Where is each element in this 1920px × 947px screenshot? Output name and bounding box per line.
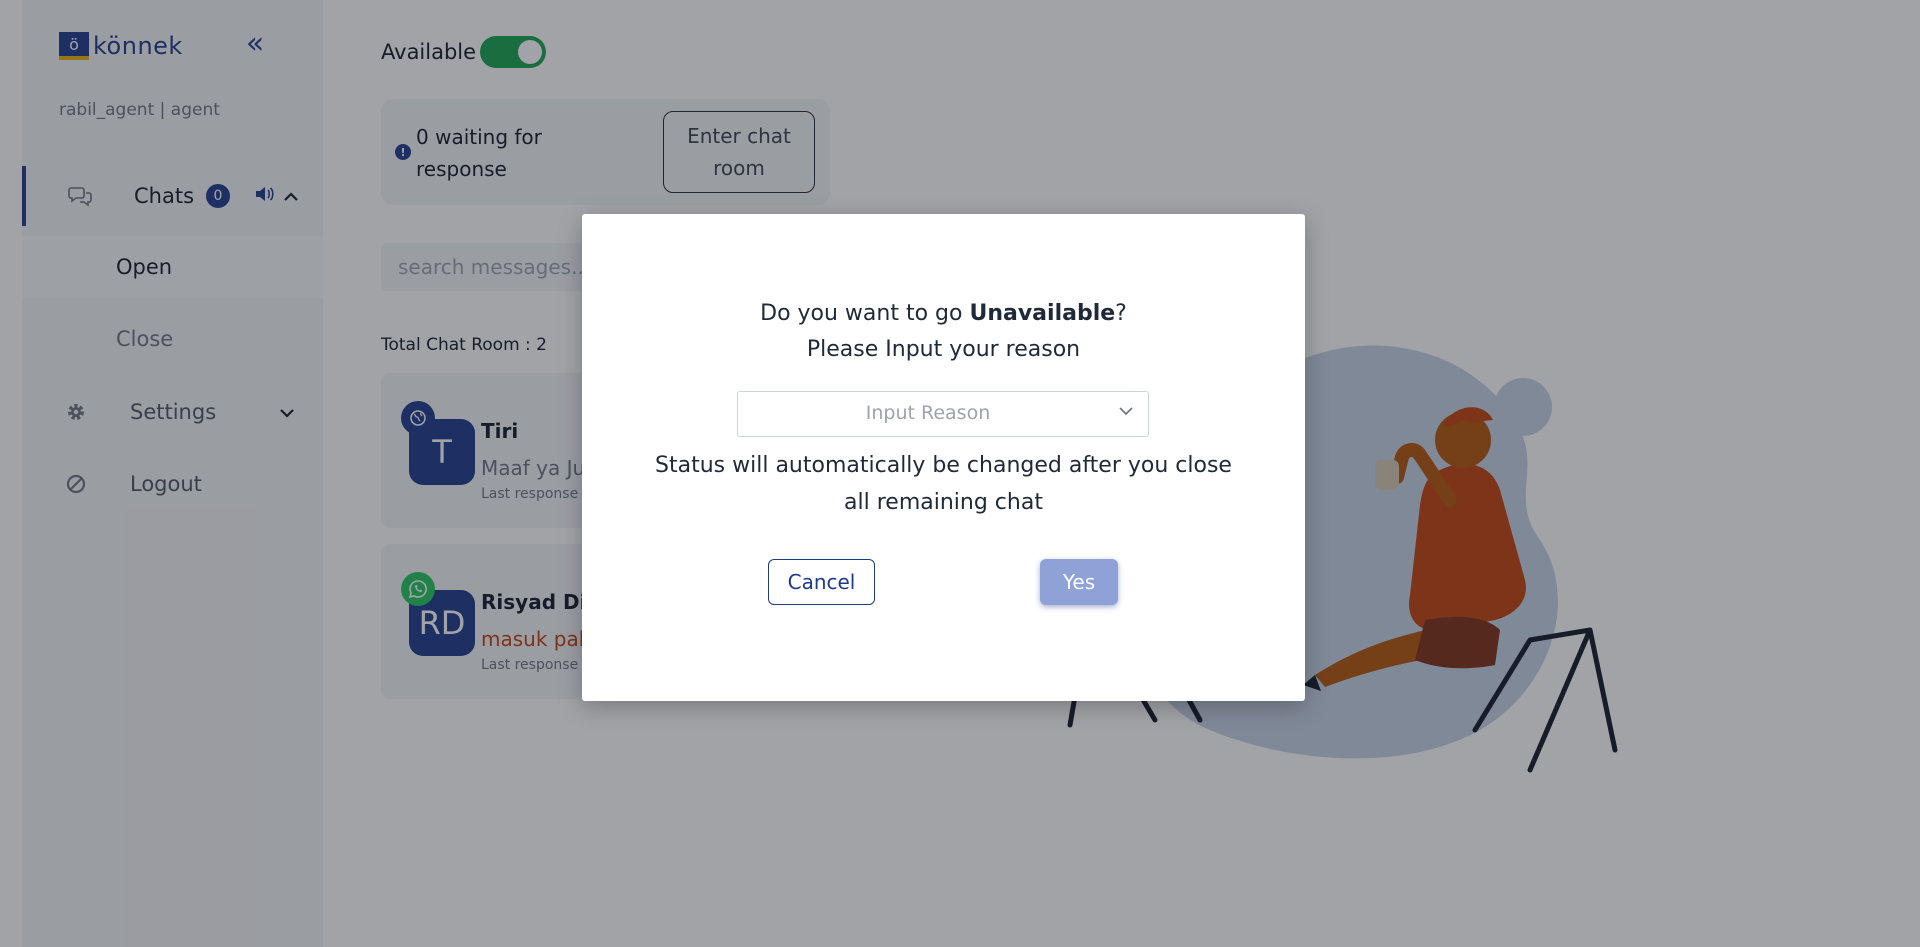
dialog-note: Status will automatically be changed aft… [655, 453, 1232, 515]
yes-button[interactable]: Yes [1040, 559, 1118, 605]
dialog-question-suffix: ? [1115, 301, 1127, 326]
reason-select[interactable]: Input Reason [737, 391, 1149, 437]
dialog-subtitle: Please Input your reason [806, 337, 1081, 362]
reason-placeholder: Input Reason [865, 402, 991, 424]
unavailable-dialog: Do you want to go Unavailable? Please In… [582, 214, 1305, 701]
dialog-title: Do you want to go Unavailable? Please In… [582, 296, 1305, 368]
cancel-button[interactable]: Cancel [768, 559, 875, 605]
chevron-down-icon [1118, 402, 1134, 421]
dialog-question-prefix: Do you want to go [760, 301, 970, 326]
dialog-question-bold: Unavailable [969, 301, 1116, 326]
dialog-question: Do you want to go Unavailable? [582, 296, 1305, 332]
